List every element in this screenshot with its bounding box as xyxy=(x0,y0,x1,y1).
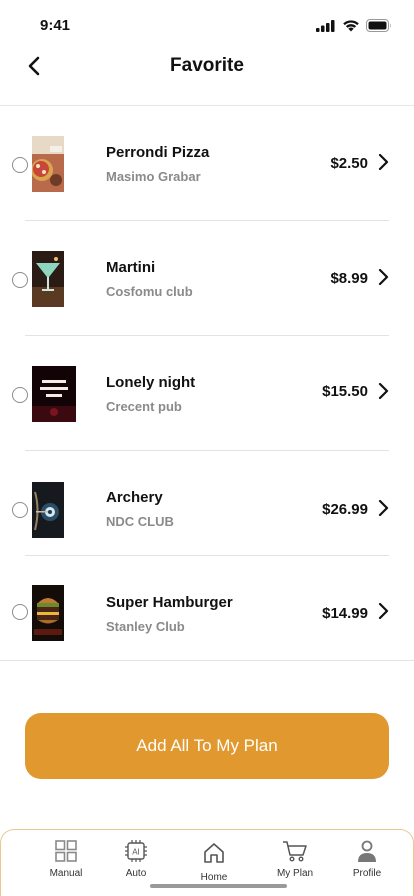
list-item[interactable]: Super Hamburger Stanley Club $14.99 xyxy=(0,556,414,661)
nav-label: Profile xyxy=(352,868,382,879)
user-icon xyxy=(354,838,380,864)
select-radio[interactable] xyxy=(12,157,28,173)
item-price: $8.99 xyxy=(330,270,368,287)
svg-text:AI: AI xyxy=(132,848,140,857)
item-venue: Stanley Club xyxy=(106,619,185,634)
item-price: $26.99 xyxy=(322,501,368,518)
battery-icon xyxy=(366,19,391,32)
nav-item-home[interactable]: Home xyxy=(182,840,246,883)
list-item[interactable]: Lonely night Crecent pub $15.50 xyxy=(0,336,414,451)
nav-label: Manual xyxy=(49,868,83,879)
item-name: Lonely night xyxy=(106,374,196,391)
item-name: Archery xyxy=(106,489,163,506)
martini-thumbnail xyxy=(32,251,64,307)
status-icons xyxy=(316,19,392,32)
status-bar: 9:41 xyxy=(0,0,414,48)
archery-thumbnail xyxy=(32,482,64,538)
ai-chip-icon: AI xyxy=(123,838,149,864)
cellular-signal-icon xyxy=(316,19,335,32)
list-item[interactable]: Martini Cosfomu club $8.99 xyxy=(0,221,414,336)
burger-thumbnail xyxy=(32,585,64,641)
chevron-right-icon[interactable] xyxy=(376,382,390,400)
item-name: Perrondi Pizza xyxy=(106,144,210,161)
add-all-to-plan-button[interactable]: Add All To My Plan xyxy=(25,713,389,779)
page-title: Favorite xyxy=(170,55,244,76)
list-item[interactable]: Perrondi Pizza Masimo Grabar $2.50 xyxy=(0,106,414,221)
item-venue: Masimo Grabar xyxy=(106,169,201,184)
pizza-thumbnail xyxy=(32,136,64,192)
item-name: Martini xyxy=(106,259,156,276)
favorites-list: Perrondi Pizza Masimo Grabar $2.50 Marti… xyxy=(0,106,414,661)
item-price: $15.50 xyxy=(322,383,368,400)
nav-item-profile[interactable]: Profile xyxy=(335,838,399,879)
nav-item-manual[interactable]: Manual xyxy=(34,838,98,879)
nav-label: Auto xyxy=(125,868,147,879)
item-venue: Crecent pub xyxy=(106,399,182,414)
nav-label: Home xyxy=(200,872,228,883)
select-radio[interactable] xyxy=(12,604,28,620)
select-radio[interactable] xyxy=(12,387,28,403)
header: Favorite xyxy=(0,44,414,106)
item-venue: NDC CLUB xyxy=(106,514,174,529)
chevron-right-icon[interactable] xyxy=(376,602,390,620)
select-radio[interactable] xyxy=(12,272,28,288)
status-time: 9:41 xyxy=(40,17,71,34)
home-icon xyxy=(201,840,227,866)
cart-icon xyxy=(282,838,308,864)
chevron-right-icon[interactable] xyxy=(376,268,390,286)
list-item[interactable]: Archery NDC CLUB $26.99 xyxy=(0,451,414,556)
chevron-right-icon[interactable] xyxy=(376,153,390,171)
nav-label: My Plan xyxy=(276,868,314,879)
divider xyxy=(0,660,414,661)
item-name: Super Hamburger xyxy=(106,594,233,611)
home-indicator xyxy=(150,884,287,888)
wifi-icon xyxy=(343,20,359,32)
nav-item-auto[interactable]: AI Auto xyxy=(104,838,168,879)
item-price: $2.50 xyxy=(330,155,368,172)
neon-sign-thumbnail xyxy=(32,366,76,422)
item-price: $14.99 xyxy=(322,605,368,622)
nav-item-my-plan[interactable]: My Plan xyxy=(263,838,327,879)
select-radio[interactable] xyxy=(12,502,28,518)
chevron-right-icon[interactable] xyxy=(376,499,390,517)
grid-icon xyxy=(53,838,79,864)
item-venue: Cosfomu club xyxy=(106,284,193,299)
